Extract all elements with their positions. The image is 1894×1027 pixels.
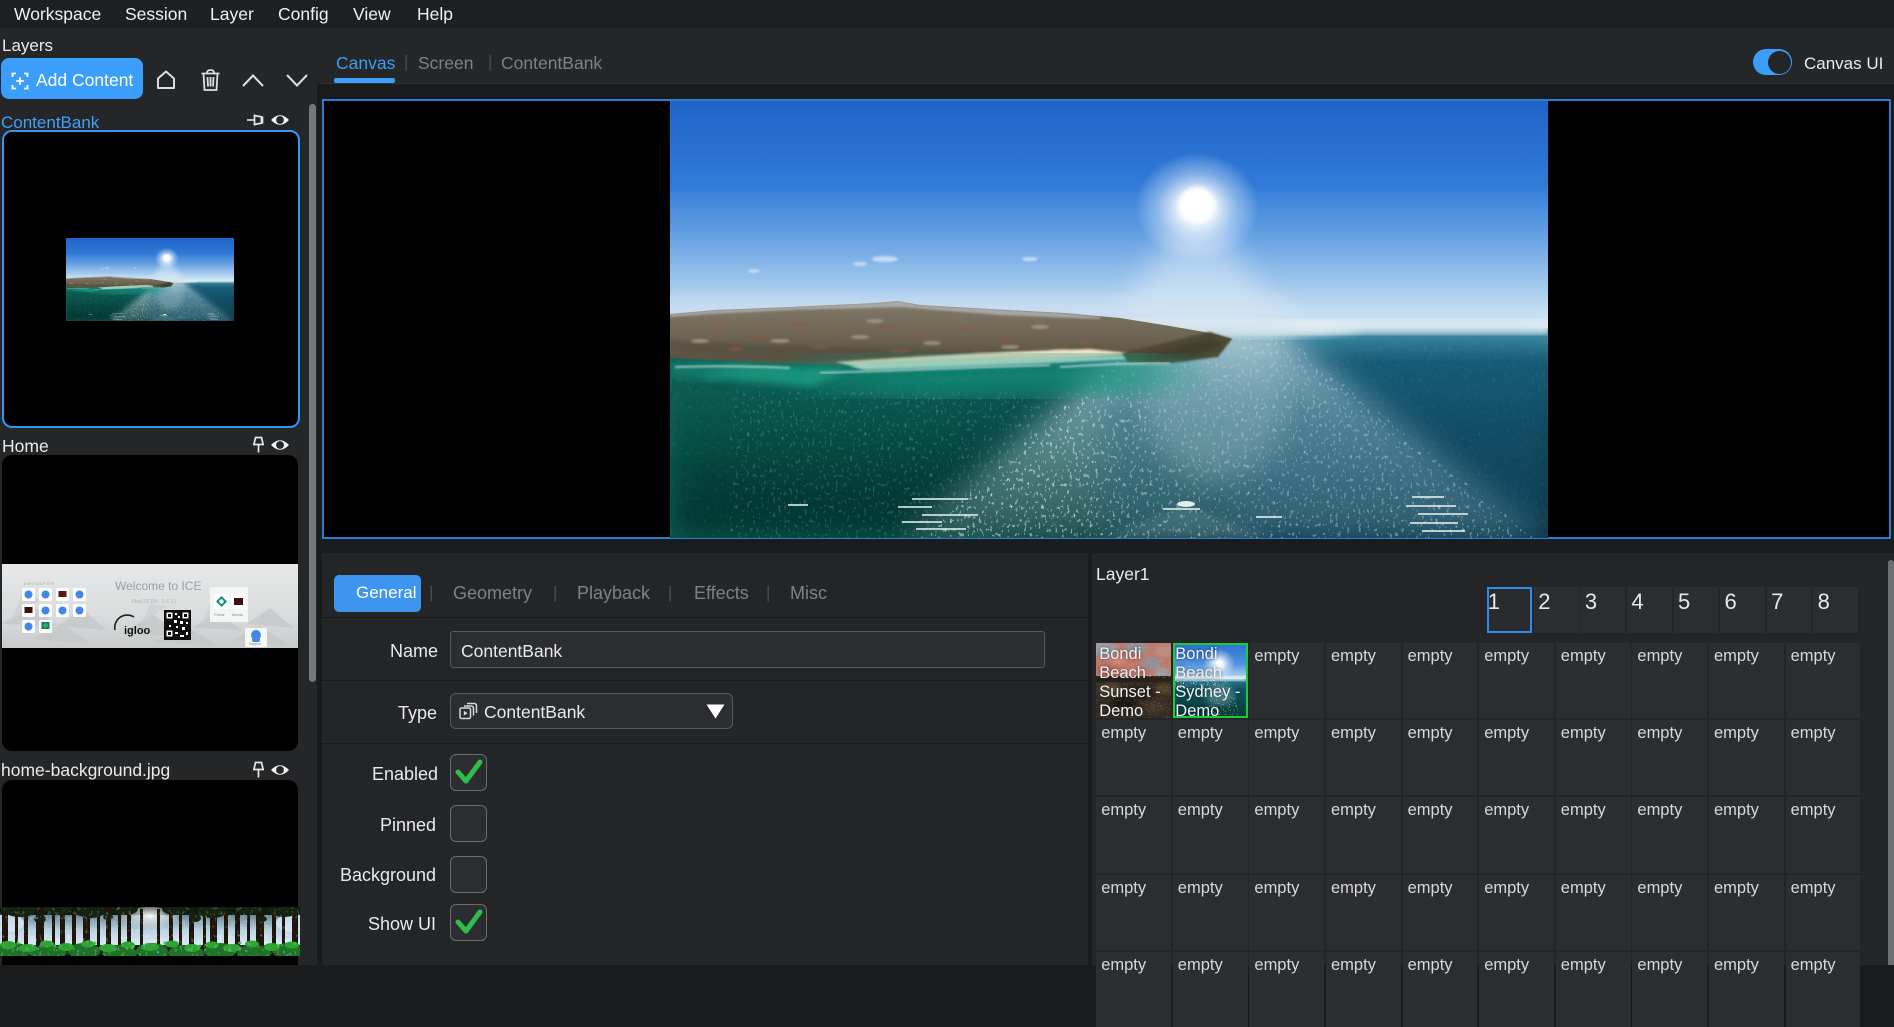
svg-text:Portal: Portal: [214, 612, 225, 617]
svg-text:Support: Support: [249, 642, 261, 646]
svg-text:A B C D E F G H: A B C D E F G H: [24, 581, 54, 586]
svg-text:igloo: igloo: [124, 625, 151, 637]
svg-text:Media: Media: [232, 612, 244, 617]
svg-text:Find 3S EN - 1 6 12: Find 3S EN - 1 6 12: [132, 599, 176, 605]
svg-text:Welcome to ICE: Welcome to ICE: [115, 579, 201, 593]
